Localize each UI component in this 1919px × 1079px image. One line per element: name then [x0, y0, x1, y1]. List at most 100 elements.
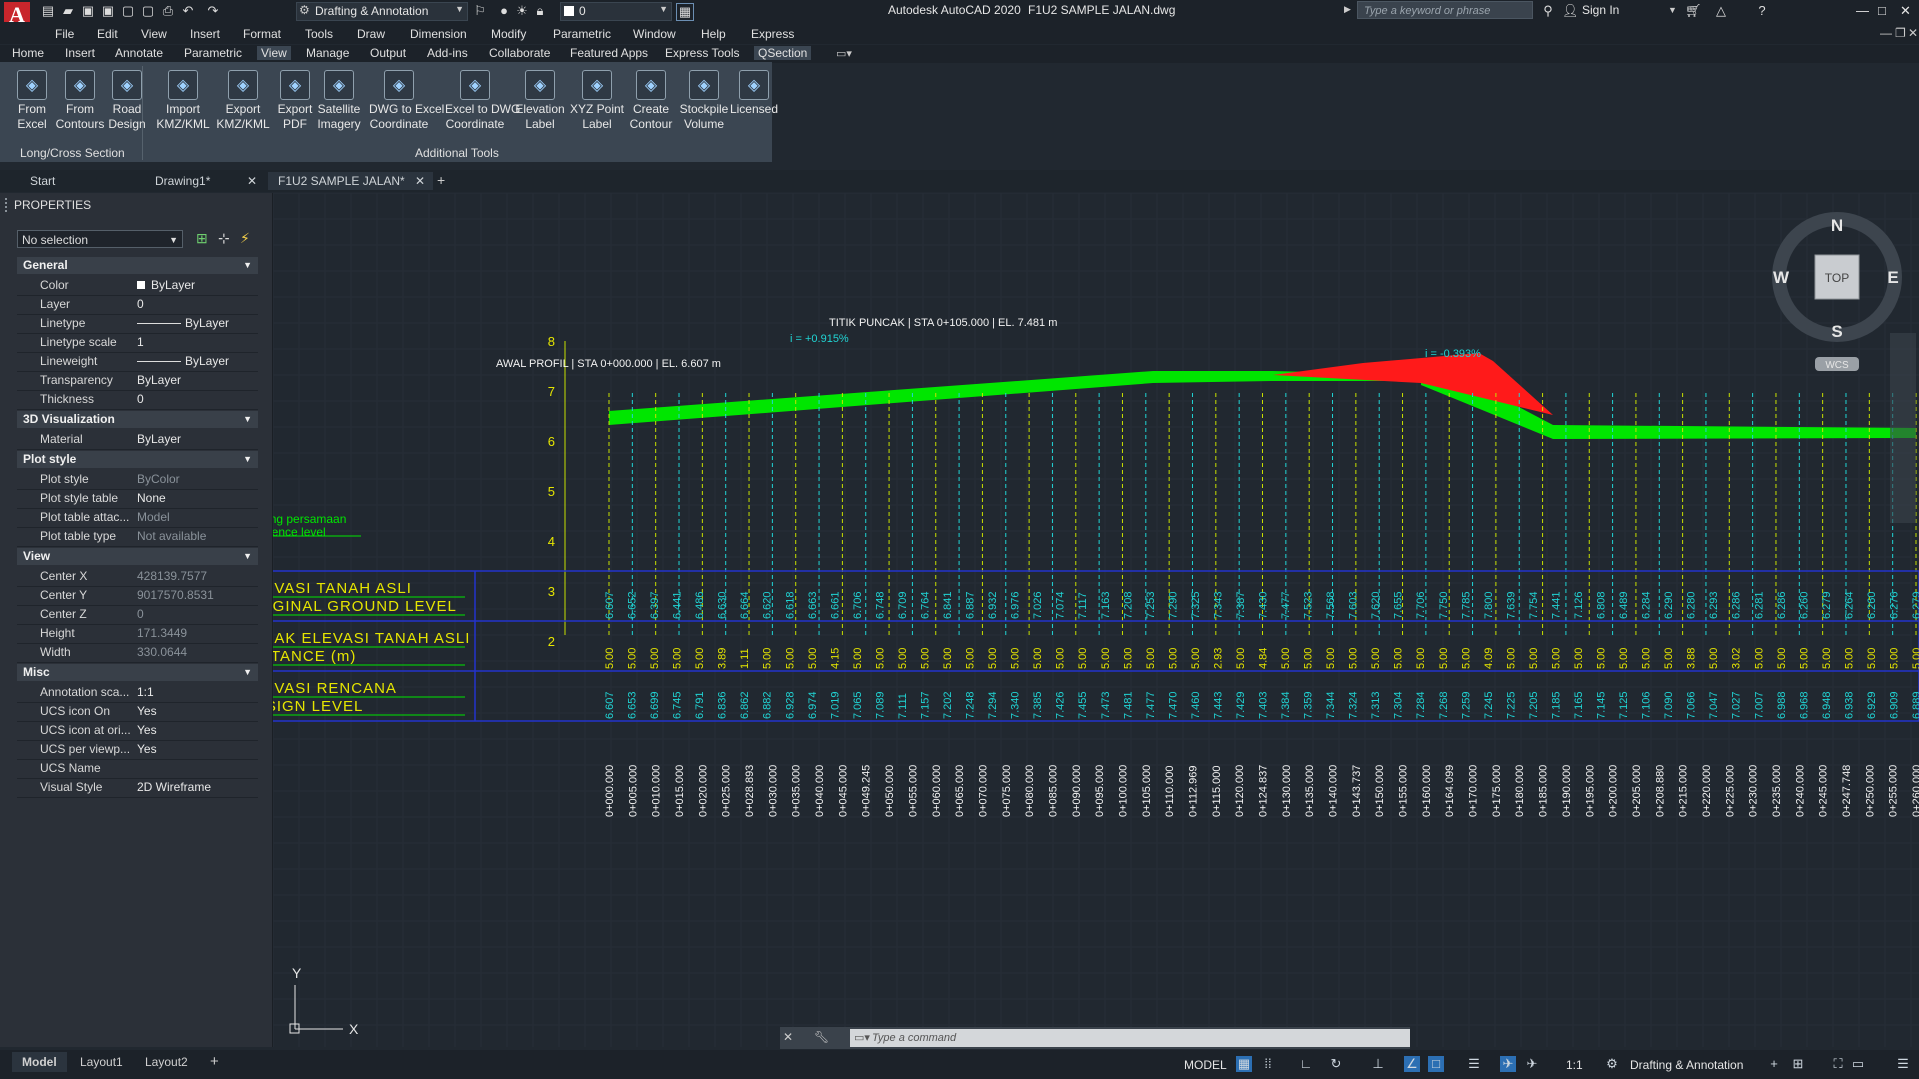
model-space-toggle[interactable]: MODEL	[1184, 1058, 1227, 1072]
section-header-plot-style[interactable]: Plot style ▼	[17, 451, 258, 468]
snap-mode-icon[interactable]: ⁞⁞	[1260, 1056, 1276, 1072]
clean-screen-icon[interactable]: ⛶	[1830, 1056, 1846, 1072]
property-row[interactable]: UCS per viewp... Yes	[17, 740, 258, 760]
menu-file[interactable]: File	[55, 27, 74, 41]
tab-view[interactable]: View	[257, 46, 291, 60]
auto-scale-icon[interactable]: ✈	[1524, 1056, 1540, 1072]
ribbon-button-shield-check[interactable]: ◈ Licensed	[724, 70, 784, 117]
property-row[interactable]: Lineweight ByLayer	[17, 352, 258, 372]
lightbulb-icon[interactable]: ●	[496, 3, 512, 19]
lock-icon[interactable]: 🔒︎	[532, 3, 548, 19]
property-row[interactable]: Layer 0	[17, 295, 258, 315]
property-row[interactable]: Height 171.3449	[17, 624, 258, 644]
property-row[interactable]: Linetype scale 1	[17, 333, 258, 353]
layout-tab-layout2[interactable]: Layout2	[135, 1052, 198, 1072]
annotation-visibility-icon[interactable]: ✈	[1500, 1056, 1516, 1072]
object-snap-icon[interactable]: □	[1428, 1056, 1444, 1072]
workspace-status[interactable]: Drafting & Annotation	[1630, 1058, 1743, 1072]
select-objects-icon[interactable]: ⊹	[218, 230, 234, 246]
section-header-general[interactable]: General ▼	[17, 257, 258, 274]
ribbon-button-excel-dwg[interactable]: ◈ Excel to DWG Coordinate	[445, 70, 520, 132]
menu-format[interactable]: Format	[243, 27, 281, 41]
ribbon-button-satellite[interactable]: ◈ Satellite Imagery	[309, 70, 369, 132]
sign-in-link[interactable]: Sign In	[1582, 3, 1619, 17]
chevron-down-icon[interactable]: ▼	[1668, 5, 1677, 15]
ribbon-button-dwg-excel[interactable]: ◈ DWG to Excel Coordinate	[369, 70, 444, 132]
a360-icon[interactable]: △	[1713, 3, 1729, 19]
ribbon-button-road-design[interactable]: ◈ Road Design	[97, 70, 157, 132]
menu-view[interactable]: View	[141, 27, 167, 41]
customize-menu-icon[interactable]: ☰	[1895, 1056, 1911, 1072]
file-tab-drawing1[interactable]: Drawing1* ✕	[145, 172, 265, 190]
menu-parametric[interactable]: Parametric	[553, 27, 611, 41]
menu-dimension[interactable]: Dimension	[410, 27, 467, 41]
help-icon[interactable]: ?	[1754, 3, 1770, 19]
open-web-icon[interactable]: ▢	[120, 3, 136, 19]
save-web-icon[interactable]: ▢	[140, 3, 156, 19]
property-row[interactable]: Color ByLayer	[17, 276, 258, 296]
maximize-button[interactable]: □	[1878, 3, 1886, 18]
property-row[interactable]: Linetype ByLayer	[17, 314, 258, 334]
close-icon[interactable]: ✕	[415, 172, 425, 190]
property-row[interactable]: UCS icon at ori... Yes	[17, 721, 258, 741]
doc-restore-button[interactable]: ❐	[1895, 26, 1906, 40]
annotation-monitor-icon[interactable]: +	[1766, 1056, 1782, 1072]
tab-home[interactable]: Home	[12, 46, 44, 60]
drawing-area[interactable]: 8 7 6 5 4 3 2 TITIK PUNCAK | STA 0+105.000 | EL…	[273, 193, 1919, 1047]
doc-minimize-button[interactable]: —	[1880, 26, 1892, 40]
search-expand-icon[interactable]: ▶	[1344, 4, 1351, 15]
menu-express[interactable]: Express	[751, 27, 794, 41]
tab-qsection[interactable]: QSection	[754, 46, 812, 60]
file-tab-f1u2[interactable]: F1U2 SAMPLE JALAN* ✕	[268, 172, 433, 190]
property-row[interactable]: Center X 428139.7577	[17, 567, 258, 587]
new-tab-plus-icon[interactable]: +	[437, 172, 445, 188]
menu-modify[interactable]: Modify	[491, 27, 526, 41]
tab-express-tools[interactable]: Express Tools	[665, 46, 739, 60]
ortho-icon[interactable]: ∟	[1298, 1056, 1314, 1072]
navigation-bar[interactable]	[1890, 333, 1916, 523]
gear-icon[interactable]: ⚙	[1604, 1056, 1620, 1072]
property-row[interactable]: Visual Style 2D Wireframe	[17, 778, 258, 798]
property-row[interactable]: Annotation sca... 1:1	[17, 683, 258, 703]
layout-tab-model[interactable]: Model	[12, 1052, 67, 1072]
ribbon-button-create-contour[interactable]: ◈ Create Contour	[621, 70, 681, 132]
ribbon-toggle-icon[interactable]: ▭▾	[836, 47, 852, 60]
selection-dropdown[interactable]: No selection ▼	[17, 230, 183, 248]
property-row[interactable]: UCS icon On Yes	[17, 702, 258, 722]
search-input[interactable]: Type a keyword or phrase	[1357, 1, 1533, 19]
command-input[interactable]: Type a command	[850, 1029, 1410, 1047]
layer-properties-icon[interactable]: ▦	[676, 3, 694, 21]
hardware-accel-icon[interactable]: ▭	[1850, 1056, 1866, 1072]
dynamic-ucs-icon[interactable]: ∠	[1404, 1056, 1420, 1072]
section-header-misc[interactable]: Misc ▼	[17, 664, 258, 681]
property-row[interactable]: Plot style table None	[17, 489, 258, 509]
osnap-tracking-icon[interactable]: ⊥	[1370, 1056, 1386, 1072]
menu-window[interactable]: Window	[633, 27, 676, 41]
layer-dropdown[interactable]: 0 ▼	[560, 2, 672, 21]
property-row[interactable]: Transparency ByLayer	[17, 371, 258, 391]
ribbon-button-globe-export[interactable]: ◈ Export KMZ/KML	[213, 70, 273, 132]
menu-draw[interactable]: Draw	[357, 27, 385, 41]
close-icon[interactable]: ✕	[247, 172, 257, 190]
sun-icon[interactable]: ☀	[514, 3, 530, 19]
file-tab-start[interactable]: Start	[20, 172, 145, 190]
workspace-switcher[interactable]: ⚙ Drafting & Annotation ▼	[296, 2, 468, 21]
close-icon[interactable]: ✕	[783, 1030, 793, 1044]
new-file-icon[interactable]: ▤	[40, 3, 56, 19]
tab-featured-apps[interactable]: Featured Apps	[570, 46, 648, 60]
wrench-icon[interactable]: 🔧︎	[814, 1030, 829, 1044]
property-row[interactable]: Plot style ByColor	[17, 470, 258, 490]
ribbon-button-xyz-point[interactable]: ◈ XYZ Point Label	[567, 70, 627, 132]
doc-close-button[interactable]: ✕	[1908, 26, 1918, 40]
property-row[interactable]: Plot table attac... Model	[17, 508, 258, 528]
command-history-icon[interactable]: ▭▾	[854, 1031, 870, 1044]
property-row[interactable]: Material ByLayer	[17, 430, 258, 450]
minimize-button[interactable]: —	[1856, 3, 1869, 18]
binoculars-icon[interactable]: ⚲	[1540, 3, 1556, 19]
annotation-scale[interactable]: 1:1	[1566, 1058, 1583, 1072]
tab-insert[interactable]: Insert	[65, 46, 95, 60]
open-folder-icon[interactable]: ▰	[60, 3, 76, 19]
match-properties-icon[interactable]: ⚐	[472, 3, 488, 19]
undo-icon[interactable]: ↶	[180, 3, 196, 19]
tab-annotate[interactable]: Annotate	[115, 46, 163, 60]
